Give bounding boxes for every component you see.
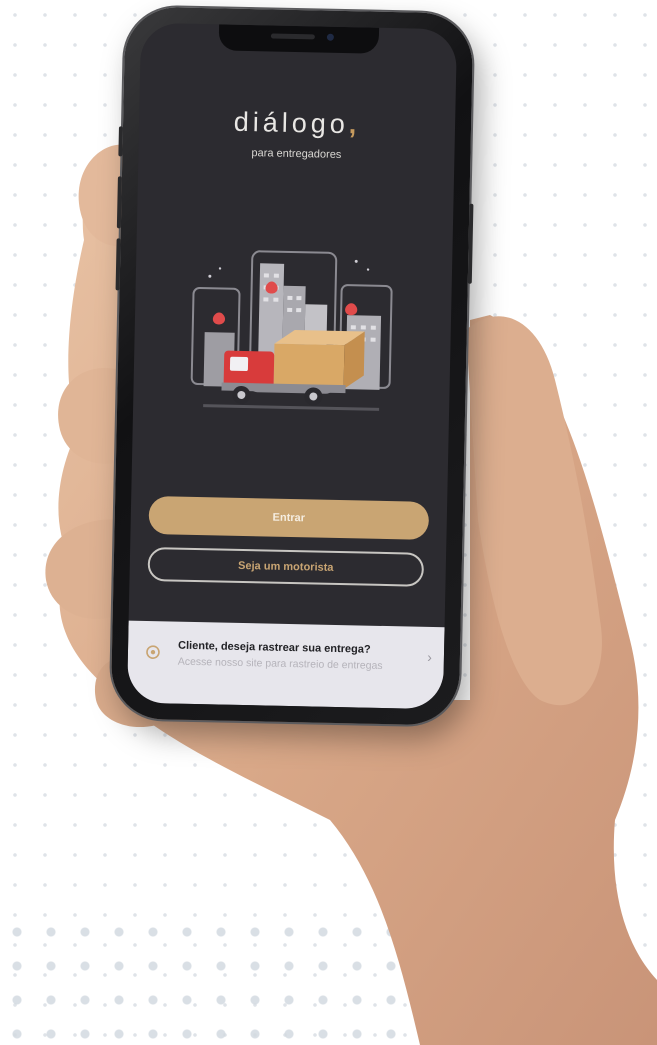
logo-comma: , (348, 109, 361, 140)
logo-text: diálogo (233, 106, 350, 140)
speaker (270, 33, 315, 40)
tracking-card-subtitle: Acesse nosso site para rastreio de entre… (177, 655, 383, 672)
become-driver-button[interactable]: Seja um motorista (147, 547, 425, 587)
smartphone: diálogo, para entregadores Entrar Seja u… (110, 6, 474, 726)
location-pin-icon (146, 645, 160, 659)
delivery-truck-illustration (190, 250, 393, 411)
volume-down-button (115, 238, 121, 291)
chevron-right-icon[interactable]: › (427, 649, 432, 665)
notch (218, 24, 380, 54)
side-button (118, 126, 123, 157)
volume-up-button (116, 176, 122, 229)
tracking-card[interactable]: Cliente, deseja rastrear sua entrega? Ac… (126, 620, 445, 710)
app-logo: diálogo, (139, 105, 456, 143)
app-tagline: para entregadores (251, 147, 342, 161)
login-button[interactable]: Entrar (148, 496, 430, 540)
camera-icon (326, 33, 334, 41)
tracking-card-title: Cliente, deseja rastrear sua entrega? (177, 639, 371, 656)
app-screen: diálogo, para entregadores Entrar Seja u… (126, 22, 458, 710)
